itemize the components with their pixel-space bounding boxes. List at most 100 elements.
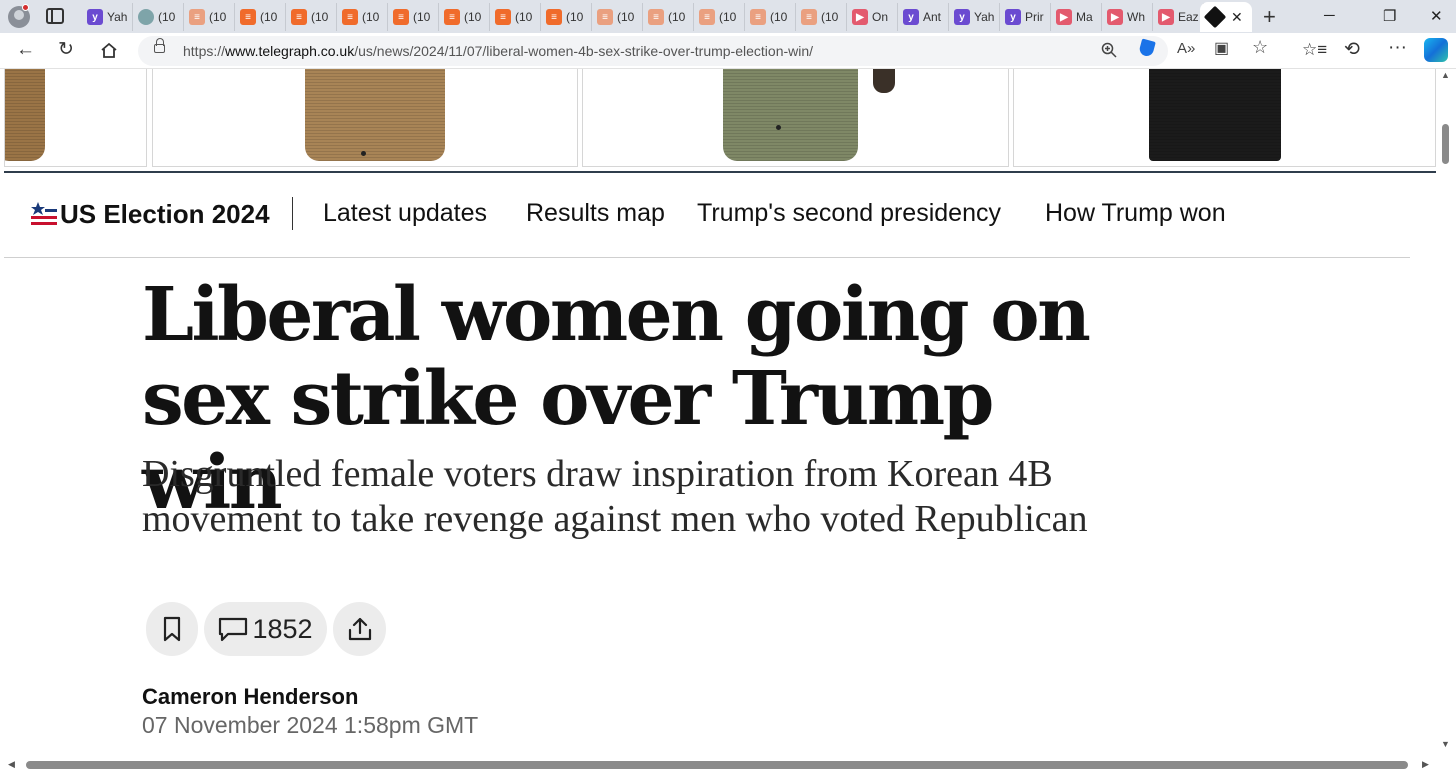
tab-strip: y y Yah (10 ≡ (10 ≡ (10 ≡ (10 ≡ (10 ≡ (10 ≡ (10 ≡ (10 ≡ (10…: [0, 0, 1456, 33]
lock-icon[interactable]: [154, 38, 165, 53]
refresh-icon[interactable]: ↻: [58, 39, 74, 61]
ad-item[interactable]: [582, 69, 1009, 167]
article-standfirst: Disgruntled female voters draw inspirati…: [142, 453, 1088, 540]
browser-tab[interactable]: ≡ (10: [592, 3, 643, 31]
substack-orange-favicon-icon: ≡: [495, 9, 511, 25]
close-tab-icon[interactable]: ✕: [1231, 9, 1243, 26]
tab-title: (10: [668, 10, 686, 24]
substack-favicon-icon: ≡: [750, 9, 766, 25]
browser-tab[interactable]: ≡ (10: [439, 3, 490, 31]
new-tab-button[interactable]: +: [1263, 4, 1276, 30]
browser-tab[interactable]: y Yah: [82, 3, 133, 31]
nav-link-latest-updates[interactable]: Latest updates: [323, 199, 487, 228]
restore-icon[interactable]: ❐: [1383, 7, 1396, 25]
ad-item[interactable]: [4, 69, 147, 167]
address-bar[interactable]: https://www.telegraph.co.uk/us/news/2024…: [138, 36, 1168, 66]
scroll-up-arrow-icon[interactable]: ▲: [1441, 70, 1450, 80]
tab-active[interactable]: ✕: [1200, 2, 1252, 32]
copilot-icon[interactable]: [1424, 38, 1448, 62]
substack-orange-favicon-icon: ≡: [240, 9, 256, 25]
browser-tab[interactable]: ≡ (10: [235, 3, 286, 31]
browser-tab[interactable]: ▶ Ma: [1051, 3, 1102, 31]
watch-strap-image: [723, 69, 858, 161]
history-icon[interactable]: ⟲: [1344, 39, 1360, 61]
publish-date: 07 November 2024 1:58pm GMT: [142, 712, 479, 738]
yahoo-favicon-icon: y: [87, 9, 103, 25]
scroll-down-arrow-icon[interactable]: ▼: [1441, 739, 1450, 749]
tab-title: Ma: [1076, 10, 1093, 24]
browser-tab[interactable]: ≡ (10: [388, 3, 439, 31]
election-section-title[interactable]: US Election 2024: [60, 199, 270, 230]
browser-toolbar: ← ↻ https://www.telegraph.co.uk/us/news/…: [0, 33, 1456, 69]
election-divider: [292, 197, 293, 230]
profile-notification-dot: [22, 4, 29, 11]
tab-title: Yah: [974, 10, 995, 24]
tab-title: (10: [413, 10, 431, 24]
browser-tab[interactable]: ▶ Eaz: [1153, 3, 1204, 31]
ad-carousel: [4, 69, 1436, 173]
horizontal-scrollbar[interactable]: ◀ ▶: [0, 756, 1437, 774]
browser-tab[interactable]: ≡ (10: [694, 3, 745, 31]
watch-strap-image: [1149, 69, 1281, 161]
scroll-right-arrow-icon[interactable]: ▶: [1422, 759, 1429, 770]
scroll-left-arrow-icon[interactable]: ◀: [8, 759, 15, 770]
vertical-scroll-thumb[interactable]: [1442, 124, 1449, 164]
browser-tab[interactable]: ▶ Wh: [1102, 3, 1153, 31]
nav-link-how-trump-won[interactable]: How Trump won: [1045, 199, 1226, 228]
horizontal-scroll-thumb[interactable]: [26, 761, 1408, 769]
comments-button[interactable]: 1852: [204, 602, 327, 656]
yahoo-favicon-icon: y: [954, 9, 970, 25]
browser-tab[interactable]: ≡ (10: [796, 3, 847, 31]
comment-icon: [219, 617, 248, 642]
browser-tab[interactable]: y Ant: [898, 3, 949, 31]
favorite-star-icon[interactable]: ☆: [1252, 37, 1268, 58]
browser-tab[interactable]: ≡ (10: [184, 3, 235, 31]
url-domain: www.telegraph.co.uk: [225, 43, 355, 59]
tab-title: (10: [464, 10, 482, 24]
tab-list: y y Yah (10 ≡ (10 ≡ (10 ≡ (10 ≡ (10 ≡ (10 ≡ (10 ≡ (10 ≡ (10…: [82, 3, 1204, 31]
browser-tab[interactable]: y Yah: [949, 3, 1000, 31]
more-menu-icon[interactable]: ···: [1388, 37, 1407, 59]
tab-actions-icon[interactable]: [46, 8, 64, 24]
favorites-icon[interactable]: ☆≡: [1302, 39, 1327, 61]
tab-title: On: [872, 10, 889, 24]
tab-title: (10: [821, 10, 839, 24]
minimize-icon[interactable]: ─: [1324, 7, 1335, 24]
substack-favicon-icon: ≡: [597, 9, 613, 25]
back-icon[interactable]: ←: [16, 39, 35, 61]
strap-hole: [776, 125, 781, 130]
browser-tab[interactable]: ≡ (10: [286, 3, 337, 31]
share-icon: [348, 617, 371, 641]
ad-item[interactable]: [152, 69, 578, 167]
vertical-scrollbar[interactable]: ▲ ▼: [1437, 69, 1456, 758]
home-icon[interactable]: [100, 42, 118, 59]
ad-item[interactable]: [1013, 69, 1436, 167]
browser-tab[interactable]: y Prir: [1000, 3, 1051, 31]
watch-strap-image: [5, 69, 45, 161]
browser-tab[interactable]: ▶ On: [847, 3, 898, 31]
share-button[interactable]: [333, 602, 386, 656]
immersive-reader-icon[interactable]: ▣: [1214, 38, 1229, 58]
nav-link-results-map[interactable]: Results map: [526, 199, 665, 228]
browser-tab[interactable]: ≡ (10: [490, 3, 541, 31]
browser-tab[interactable]: ≡ (10: [745, 3, 796, 31]
browser-tab[interactable]: ≡ (10: [643, 3, 694, 31]
browser-tab[interactable]: ≡ (10: [337, 3, 388, 31]
tab-title: (10: [566, 10, 584, 24]
substack-orange-favicon-icon: ≡: [291, 9, 307, 25]
substack-orange-favicon-icon: ≡: [342, 9, 358, 25]
url-text[interactable]: https://www.telegraph.co.uk/us/news/2024…: [183, 43, 813, 59]
author-name[interactable]: Cameron Henderson: [142, 684, 358, 710]
browser-tab[interactable]: ≡ (10: [541, 3, 592, 31]
tab-title: (10: [158, 10, 176, 24]
yahoo-favicon-icon: y: [903, 9, 919, 25]
zoom-icon[interactable]: [1101, 42, 1117, 58]
close-window-icon[interactable]: ✕: [1430, 7, 1443, 25]
youtube-favicon-icon: ▶: [1107, 9, 1123, 25]
read-aloud-icon[interactable]: A»: [1177, 40, 1195, 57]
yahoo-favicon-icon: y: [1005, 9, 1021, 25]
substack-favicon-icon: ≡: [648, 9, 664, 25]
bookmark-button[interactable]: [146, 602, 198, 656]
browser-tab[interactable]: (10: [133, 3, 184, 31]
nav-link-second-presidency[interactable]: Trump's second presidency: [697, 199, 1001, 228]
